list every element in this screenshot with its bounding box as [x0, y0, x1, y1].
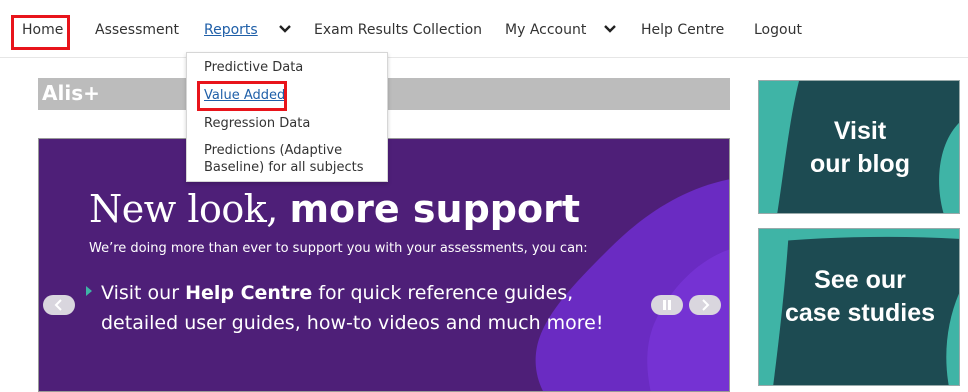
banner-title: New look, more support — [89, 187, 580, 231]
blog-tile-line-2: our blog — [810, 150, 910, 178]
main-content: Alis+ New look, more support We’re doing… — [0, 58, 968, 392]
banner-line-1: Visit our Help Centre for quick referenc… — [101, 282, 574, 304]
carousel-pause-button[interactable] — [651, 295, 683, 315]
pause-icon — [663, 300, 671, 310]
menu-item-regression-data[interactable]: Regression Data — [204, 115, 310, 132]
menu-item-predictive-data[interactable]: Predictive Data — [204, 59, 303, 76]
reports-dropdown-menu: Predictive Data Value Added Regression D… — [186, 52, 388, 182]
nav-assessment[interactable]: Assessment — [95, 22, 179, 38]
menu-item-predictions-adaptive-baseline[interactable]: Predictions (Adaptive Baseline) for all … — [204, 142, 364, 176]
menu-item-line-2: Baseline) for all subjects — [204, 160, 364, 175]
menu-item-line-1: Predictions (Adaptive — [204, 143, 343, 158]
cases-tile-line-1: See our — [814, 266, 906, 294]
visit-blog-tile[interactable]: Visit our blog — [758, 80, 960, 214]
banner-subtitle: We’re doing more than ever to support yo… — [89, 241, 588, 256]
home-highlight-box — [11, 15, 70, 50]
case-studies-tile[interactable]: See our case studies — [758, 228, 960, 386]
section-title: Alis+ — [42, 81, 100, 105]
bullet-triangle-icon — [86, 286, 92, 296]
carousel-prev-button[interactable] — [43, 295, 75, 315]
nav-help-centre[interactable]: Help Centre — [641, 22, 724, 38]
blog-tile-line-1: Visit — [833, 117, 887, 145]
chevron-left-icon — [54, 299, 62, 311]
cases-tile-line-2: case studies — [784, 299, 936, 327]
value-added-highlight-box — [197, 81, 287, 111]
my-account-chevron-down-icon[interactable] — [603, 23, 617, 35]
nav-logout[interactable]: Logout — [754, 22, 802, 38]
nav-my-account[interactable]: My Account — [505, 22, 586, 38]
top-nav: Home Assessment Reports Exam Results Col… — [0, 0, 968, 58]
nav-reports[interactable]: Reports — [204, 22, 258, 38]
banner-line-2: detailed user guides, how-to videos and … — [101, 312, 604, 334]
nav-exam-results-collection[interactable]: Exam Results Collection — [314, 22, 482, 38]
carousel-next-button[interactable] — [689, 295, 721, 315]
chevron-right-icon — [702, 299, 710, 311]
reports-chevron-down-icon[interactable] — [278, 23, 292, 35]
